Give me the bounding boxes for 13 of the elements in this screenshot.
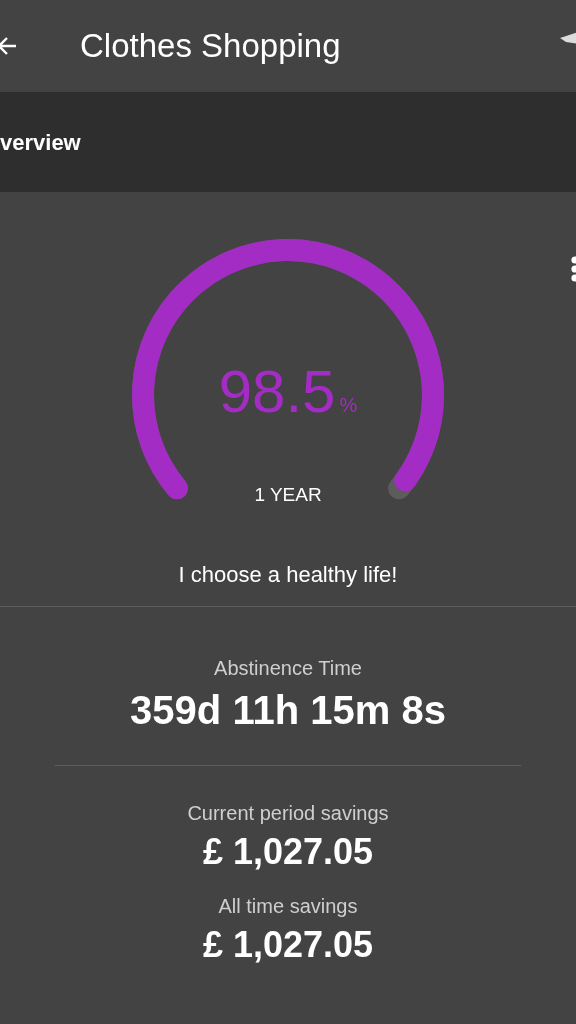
savings-amount: £ 1,027.05 — [202, 831, 374, 873]
screen-title: Clothes Shopping — [80, 27, 341, 65]
stat-label: Abstinence Time — [214, 657, 362, 680]
stat-label: Current period savings — [187, 802, 389, 825]
time-value: 359d 11h 15m 8s — [130, 688, 446, 733]
motto-text: I choose a healthy life! — [178, 562, 398, 589]
percentage-value: 98.5 — [218, 357, 336, 426]
tab[interactable]: verview — [0, 130, 81, 156]
goal-period: 1 YEAR — [254, 484, 322, 506]
percent-unit: % — [339, 394, 358, 417]
stat-label: All time savings — [218, 895, 358, 918]
savings-amount: £ 1,027.05 — [202, 924, 374, 966]
back-arrow-icon[interactable] — [0, 35, 18, 57]
